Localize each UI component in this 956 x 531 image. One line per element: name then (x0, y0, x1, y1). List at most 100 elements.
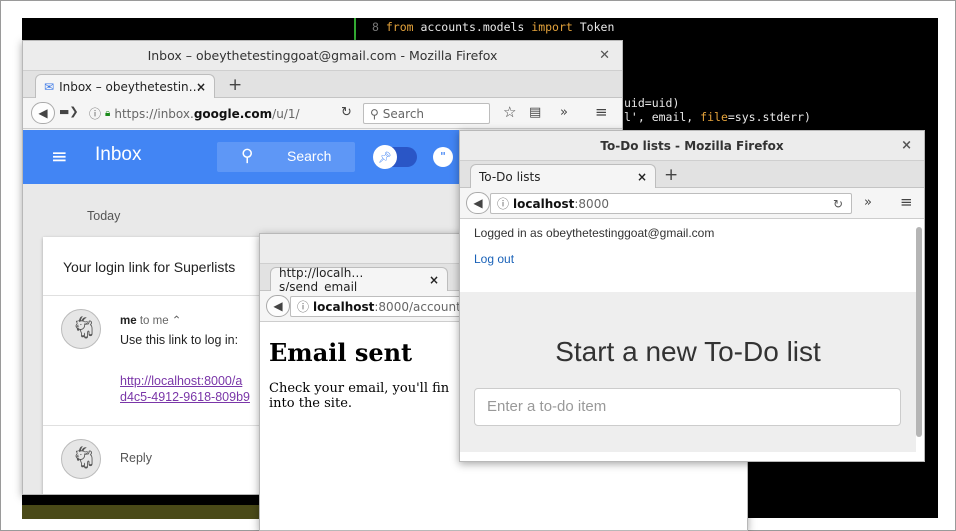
url-domain: localhost (513, 196, 575, 211)
terminal-line-2: uid=uid) (624, 96, 680, 110)
search-icon: ⚲ (370, 106, 379, 121)
back-arrow-icon: ◀ (273, 299, 283, 313)
inbox-search-box[interactable]: ⚲ Search (217, 142, 355, 172)
todo-item-input[interactable]: Enter a to-do item (474, 388, 901, 426)
line-number: 8 (372, 20, 379, 34)
tab-close-icon[interactable]: × (637, 170, 647, 184)
inbox-titlebar: Inbox – obeythetestinggoat@gmail.com - M… (23, 41, 622, 71)
hamburger-menu-icon[interactable]: ≡ (595, 103, 608, 121)
terminal-line-1: 8 from accounts.models import Token (372, 20, 614, 34)
email-body-text: Use this link to log in: (120, 333, 239, 347)
info-icon: ⓘ (497, 197, 510, 211)
url-domain: google.com (193, 106, 273, 121)
todo-firefox-window: To-Do lists - Mozilla Firefox × To-Do li… (459, 130, 925, 462)
reading-list-icon[interactable]: ▤ (529, 105, 541, 120)
todo-tabbar: To-Do lists × + (460, 161, 924, 188)
window-title: Inbox – obeythetestinggoat@gmail.com - M… (147, 48, 498, 63)
inbox-title: Inbox (95, 144, 142, 165)
sender-line: me to me ⌃ (120, 313, 181, 327)
hamburger-menu-icon[interactable]: ≡ (900, 193, 913, 211)
inbox-navbar: ◀ ▬❯ ⓘ 🔒︎ https://inbox. google.com/u/1/ … (23, 98, 622, 129)
date-group-label: Today (87, 209, 121, 223)
inbox-menu-icon[interactable]: ≡ (51, 144, 68, 168)
email-subject: Your login link for Superlists (63, 259, 236, 275)
tab-label: http://localh…s/send_email (279, 265, 364, 294)
back-button[interactable]: ◀ (466, 192, 490, 214)
overflow-chevron-icon[interactable]: » (560, 105, 568, 120)
url-field[interactable]: ⓘ 🔒︎ https://inbox. google.com/u/1/ (83, 103, 365, 124)
back-button[interactable]: ◀ (31, 102, 55, 124)
tab-inbox[interactable]: ✉ Inbox – obeythetestin… × (35, 74, 215, 98)
url-suffix: :8000/accounts/ (374, 299, 472, 314)
search-input[interactable]: ⚲ Search (363, 103, 490, 124)
inbox-search-label: Search (287, 148, 332, 164)
lock-icon: 🔒︎ (105, 108, 111, 119)
star-icon[interactable]: ☆ (503, 103, 516, 121)
logged-in-text: Logged in as obeythetestinggoat@gmail.co… (474, 226, 715, 240)
sender-avatar: 🐐︎ (61, 309, 101, 349)
reply-avatar: 🐐︎ (61, 439, 101, 479)
todo-navbar: ◀ ⓘ localhost:8000 ↻ » ≡ (460, 188, 924, 219)
sender-name: me (120, 315, 137, 327)
close-icon[interactable]: ✕ (599, 48, 610, 63)
details-chevron-icon[interactable]: ⌃ (172, 315, 182, 327)
goat-avatar-icon: 🐐︎ (70, 446, 98, 471)
url-domain: localhost (313, 299, 375, 314)
keyword-from: from (385, 20, 414, 34)
keyword-file: file (700, 110, 728, 124)
back-arrow-icon: ◀ (38, 106, 48, 120)
keyword-import: import (531, 20, 573, 34)
tab-todo-lists[interactable]: To-Do lists × (470, 164, 656, 188)
back-button[interactable]: ◀ (266, 295, 290, 317)
url-suffix: /u/1/ (272, 106, 300, 121)
inbox-favicon-icon: ✉ (44, 79, 55, 94)
code-text: =sys.stderr) (727, 110, 811, 124)
pin-toggle[interactable]: 📌︎ (373, 145, 417, 169)
reply-button[interactable]: Reply (120, 451, 152, 465)
card-divider (43, 425, 263, 426)
email-card: Your login link for Superlists 🐐︎ me to … (43, 237, 263, 494)
recipient-label: to me (139, 315, 169, 327)
logout-link[interactable]: Log out (474, 252, 514, 266)
code-text: Token (572, 20, 615, 34)
reload-icon[interactable]: ↻ (833, 197, 843, 211)
email-sent-content: Email sent Check your email, you'll fin … (269, 338, 449, 411)
new-tab-button[interactable]: + (664, 165, 678, 185)
code-text: accounts.models (413, 20, 532, 34)
bookmark-folder-icon[interactable]: ▬❯ (59, 105, 79, 118)
email-sent-text-line-1: Check your email, you'll fin (269, 381, 450, 396)
url-prefix: https://inbox. (114, 106, 194, 121)
new-tab-button[interactable]: + (228, 75, 242, 95)
vertical-scrollbar[interactable] (916, 227, 922, 437)
terminal-status-bar (22, 505, 262, 519)
tab-send-email[interactable]: http://localh…s/send_email × (270, 265, 448, 294)
page-heading: Start a new To-Do list (555, 336, 821, 367)
tab-close-icon[interactable]: × (429, 273, 439, 287)
todo-titlebar: To-Do lists - Mozilla Firefox × (460, 131, 924, 161)
inbox-search-icon: ⚲ (241, 146, 254, 166)
email-sent-text-line-2: into the site. (269, 396, 353, 411)
close-icon[interactable]: × (901, 138, 912, 153)
code-text: l', email, (624, 110, 701, 124)
feedback-icon[interactable]: " (433, 147, 453, 167)
tab-label: Inbox – obeythetestin… (59, 79, 201, 94)
inbox-tabbar: ✉ Inbox – obeythetestin… × + (23, 71, 622, 98)
goat-avatar-icon: 🐐︎ (70, 316, 98, 341)
terminal-line-3: l', email, file=sys.stderr) (624, 110, 811, 124)
overflow-chevron-icon[interactable]: » (864, 195, 872, 210)
url-field[interactable]: ⓘ localhost:8000 ↻ (490, 193, 852, 214)
jumbotron: Start a new To-Do list (460, 292, 916, 452)
info-icon: ⓘ (89, 107, 102, 121)
login-link-line-1[interactable]: http://localhost:8000/a (120, 374, 242, 388)
pin-icon: 📌︎ (373, 145, 397, 169)
search-placeholder: Search (382, 106, 425, 121)
tab-label: To-Do lists (479, 169, 541, 184)
url-suffix: :8000 (574, 196, 609, 211)
input-placeholder: Enter a to-do item (487, 398, 607, 415)
back-arrow-icon: ◀ (473, 196, 483, 210)
reload-icon[interactable]: ↻ (341, 105, 352, 120)
card-divider (43, 295, 263, 296)
tab-close-icon[interactable]: × (196, 80, 206, 94)
login-link-line-2[interactable]: d4c5-4912-9618-809b9 (120, 390, 250, 404)
email-sent-heading: Email sent (269, 338, 413, 367)
